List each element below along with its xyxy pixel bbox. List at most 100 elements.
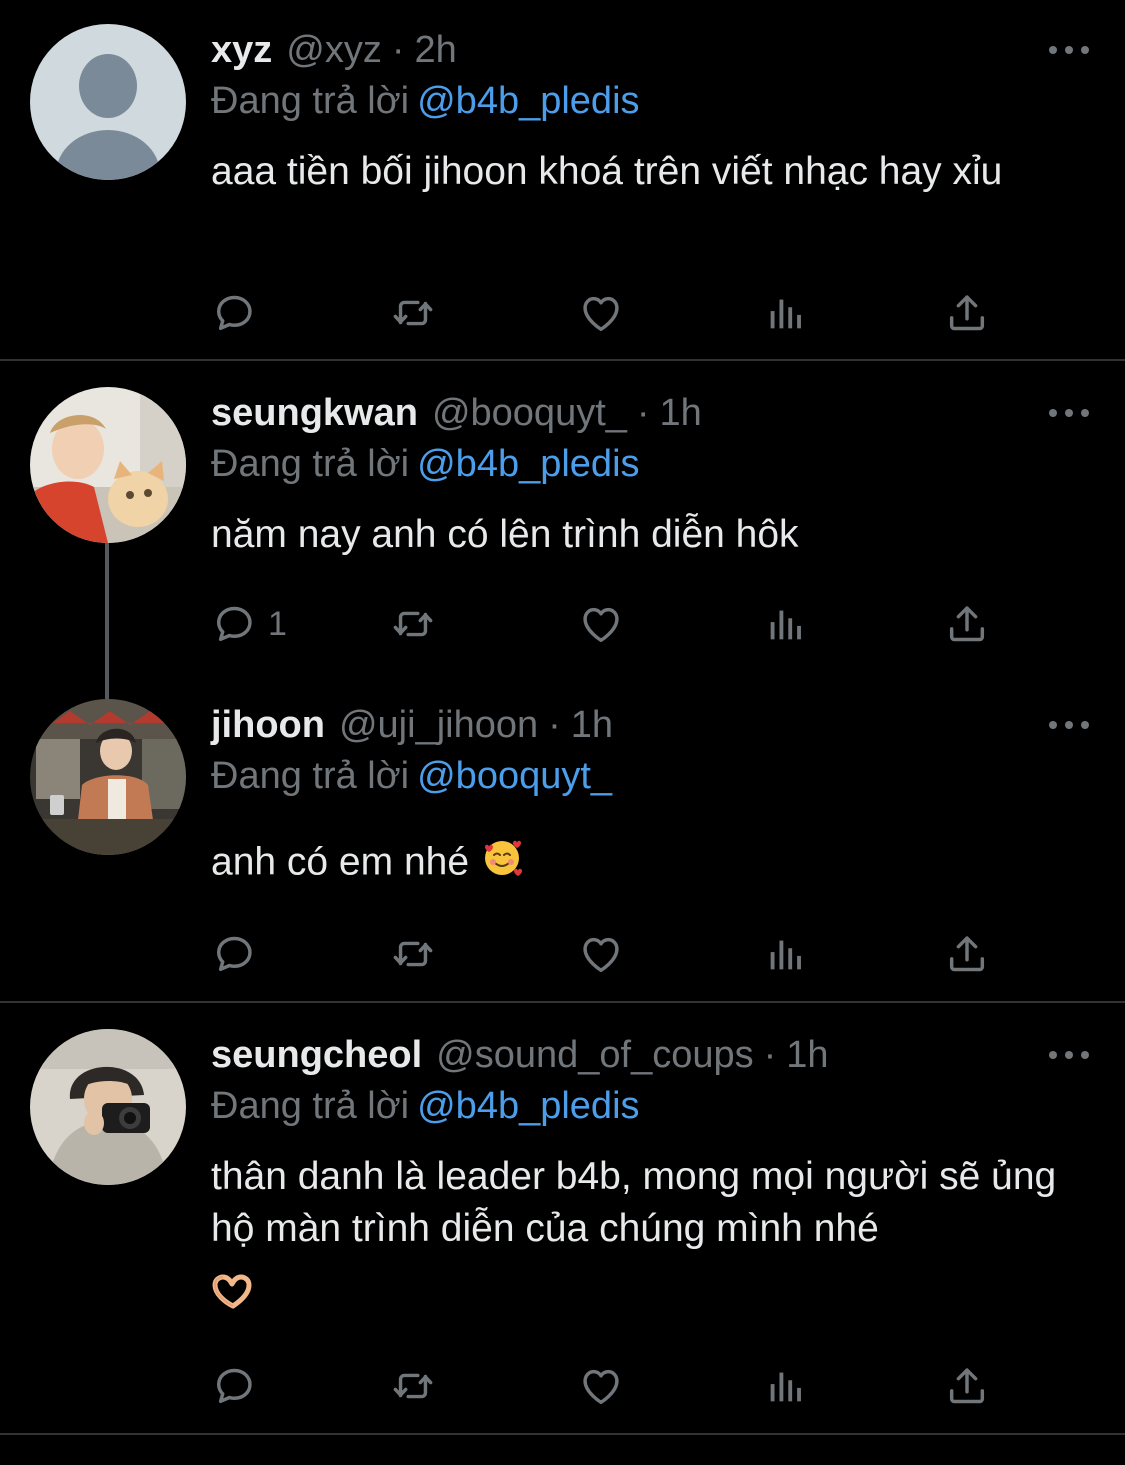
tweet-divider: [0, 1001, 1125, 1003]
more-icon[interactable]: [1049, 44, 1089, 56]
replying-to-label: Đang trả lời: [211, 1085, 410, 1127]
mention-link[interactable]: @booquyt_: [417, 755, 612, 797]
tweet-text-content: anh có em nhé: [211, 840, 470, 884]
reply-button[interactable]: 1: [212, 599, 287, 649]
retweet-button[interactable]: [390, 1361, 436, 1411]
tweet-actions: [212, 1361, 1002, 1411]
reply-button[interactable]: [212, 929, 268, 979]
separator-dot: ·: [548, 703, 561, 746]
user-handle[interactable]: @xyz: [286, 29, 382, 72]
tweet-text-content: năm nay anh có lên trình diễn hôk: [211, 513, 799, 556]
photo-avatar-with-cat: [30, 387, 186, 543]
timestamp[interactable]: 2h: [415, 29, 457, 72]
tweet-header: xyz @xyz · 2h: [211, 24, 457, 76]
display-name[interactable]: seungcheol: [211, 1034, 422, 1077]
like-icon: [583, 1369, 619, 1405]
replying-to-label: Đang trả lời: [211, 755, 410, 797]
display-name[interactable]: jihoon: [211, 704, 325, 747]
tweet-header: seungkwan @booquyt_ · 1h: [211, 387, 702, 439]
replying-to: Đang trả lời @booquyt_: [211, 755, 612, 798]
share-button[interactable]: [944, 1361, 990, 1411]
tweet-divider: [0, 1433, 1125, 1435]
views-icon: [770, 610, 801, 640]
timestamp[interactable]: 1h: [660, 392, 702, 435]
retweet-button[interactable]: [390, 599, 436, 649]
tweet-actions: 1: [212, 599, 1002, 649]
views-icon: [770, 940, 801, 970]
reply-icon: [216, 606, 252, 642]
views-icon: [770, 299, 801, 329]
mention-link[interactable]: @b4b_pledis: [417, 443, 639, 485]
tweet-header: jihoon @uji_jihoon · 1h: [211, 699, 613, 751]
retweet-button[interactable]: [390, 929, 436, 979]
retweet-icon: [393, 1373, 433, 1399]
replying-to: Đang trả lời @b4b_pledis: [211, 1085, 640, 1128]
photo-avatar-room: [30, 699, 186, 855]
more-icon[interactable]: [1049, 407, 1089, 419]
views-button[interactable]: [763, 599, 809, 649]
avatar-jihoon[interactable]: [30, 699, 186, 855]
reply-icon: [216, 936, 252, 972]
user-handle[interactable]: @booquyt_: [432, 392, 627, 435]
reply-button[interactable]: [212, 288, 268, 338]
tweet-actions: [212, 929, 1002, 979]
photo-avatar-camera: [30, 1029, 186, 1185]
reply-icon: [216, 295, 252, 331]
views-button[interactable]: [763, 1361, 809, 1411]
share-icon: [949, 936, 985, 972]
retweet-icon: [393, 611, 433, 637]
mention-link[interactable]: @b4b_pledis: [417, 80, 639, 122]
share-icon: [949, 606, 985, 642]
more-icon[interactable]: [1049, 719, 1089, 731]
display-name[interactable]: seungkwan: [211, 392, 418, 435]
tweet-actions: [212, 288, 1002, 338]
retweet-icon: [393, 300, 433, 326]
share-button[interactable]: [944, 288, 990, 338]
reply-count: 1: [268, 604, 287, 643]
replying-to-label: Đang trả lời: [211, 80, 410, 122]
like-button[interactable]: [578, 929, 624, 979]
retweet-icon: [393, 941, 433, 967]
tweet-text: anh có em nhé: [211, 835, 1091, 893]
thread-connector-line: [105, 542, 109, 700]
avatar-seungkwan[interactable]: [30, 387, 186, 543]
views-icon: [770, 1372, 801, 1402]
like-button[interactable]: [578, 288, 624, 338]
views-button[interactable]: [763, 288, 809, 338]
heart-hands-emoji: [211, 1272, 255, 1326]
replying-to: Đang trả lời @b4b_pledis: [211, 80, 640, 123]
share-icon: [949, 1368, 985, 1404]
views-button[interactable]: [763, 929, 809, 979]
tweet-header: seungcheol @sound_of_coups · 1h: [211, 1029, 829, 1081]
share-icon: [949, 295, 985, 331]
avatar-seungcheol[interactable]: [30, 1029, 186, 1185]
tweet-text-content: aaa tiền bối jihoon khoá trên viết nhạc …: [211, 150, 1003, 193]
display-name[interactable]: xyz: [211, 29, 272, 72]
reply-button[interactable]: [212, 1361, 268, 1411]
smiling-face-with-hearts-emoji: [480, 835, 524, 893]
retweet-button[interactable]: [390, 288, 436, 338]
tweet-divider: [0, 359, 1125, 361]
replying-to: Đang trả lời @b4b_pledis: [211, 443, 640, 486]
separator-dot: ·: [636, 391, 650, 434]
tweet-text: năm nay anh có lên trình diễn hôk: [211, 509, 1091, 561]
separator-dot: ·: [763, 1033, 777, 1076]
timestamp[interactable]: 1h: [571, 704, 613, 747]
share-button[interactable]: [944, 599, 990, 649]
avatar-default[interactable]: [30, 24, 186, 180]
separator-dot: ·: [391, 28, 405, 71]
more-icon[interactable]: [1049, 1049, 1089, 1061]
like-button[interactable]: [578, 1361, 624, 1411]
share-button[interactable]: [944, 929, 990, 979]
mention-link[interactable]: @b4b_pledis: [417, 1085, 639, 1127]
tweet-text: thân danh là leader b4b, mong mọi người …: [211, 1151, 1091, 1315]
user-handle[interactable]: @sound_of_coups: [436, 1034, 753, 1077]
timestamp[interactable]: 1h: [786, 1034, 828, 1077]
like-icon: [583, 937, 619, 973]
default-avatar-icon: [30, 24, 186, 180]
tweet-text: aaa tiền bối jihoon khoá trên viết nhạc …: [211, 146, 1091, 198]
user-handle[interactable]: @uji_jihoon: [339, 704, 538, 747]
like-button[interactable]: [578, 599, 624, 649]
tweet-text-content: thân danh là leader b4b, mong mọi người …: [211, 1155, 1057, 1250]
like-icon: [583, 607, 619, 643]
